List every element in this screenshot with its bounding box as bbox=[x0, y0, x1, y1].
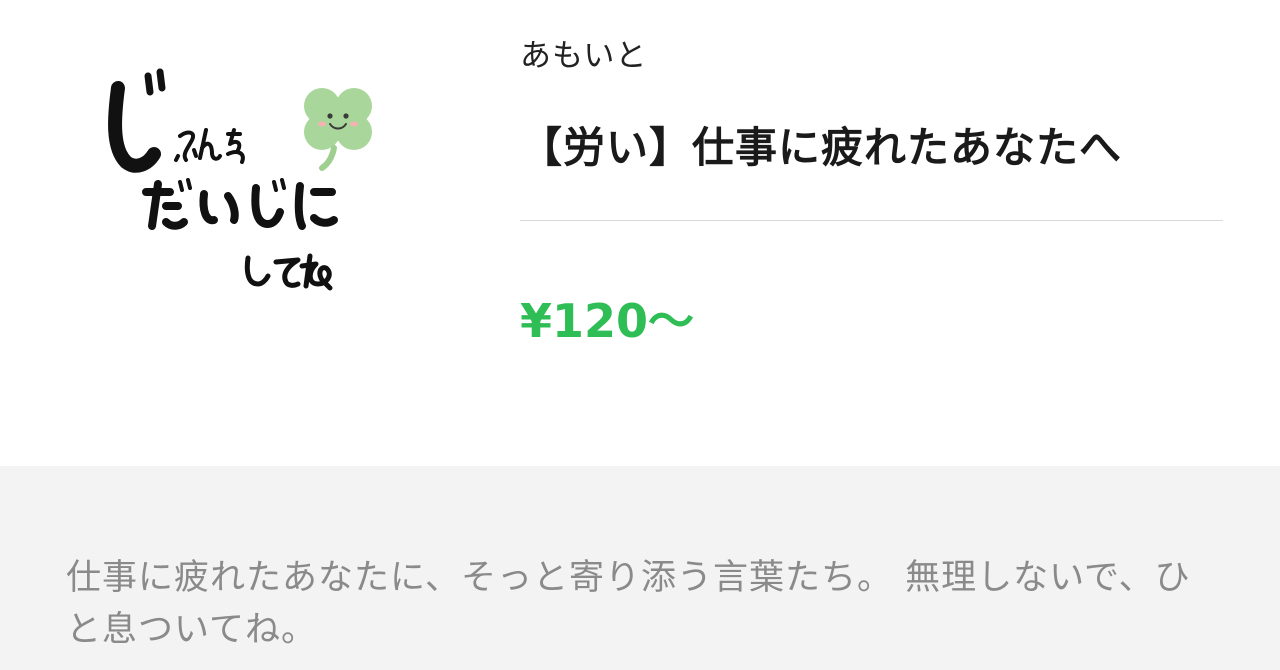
sticker-lettering-art bbox=[108, 68, 338, 291]
product-title: 【労い】仕事に疲れたあなたへ bbox=[520, 123, 1123, 172]
author-name[interactable]: あもいと bbox=[520, 30, 647, 75]
description-panel: 仕事に疲れたあなたに、そっと寄り添う言葉たち。 無理しないで、ひと息ついてね。 bbox=[0, 466, 1280, 670]
product-description: 仕事に疲れたあなたに、そっと寄り添う言葉たち。 無理しないで、ひと息ついてね。 bbox=[66, 558, 1191, 650]
divider bbox=[520, 220, 1223, 221]
sticker-image[interactable] bbox=[96, 58, 396, 308]
clover-face-icon bbox=[304, 88, 372, 171]
sticker-artwork bbox=[108, 68, 372, 291]
sticker-detail-page: あもいと 【労い】仕事に疲れたあなたへ ¥120～ 仕事に疲れたあなたに、そっと… bbox=[0, 0, 1280, 670]
price-label: ¥120～ bbox=[520, 294, 695, 348]
product-header: あもいと 【労い】仕事に疲れたあなたへ ¥120～ bbox=[0, 0, 1280, 466]
